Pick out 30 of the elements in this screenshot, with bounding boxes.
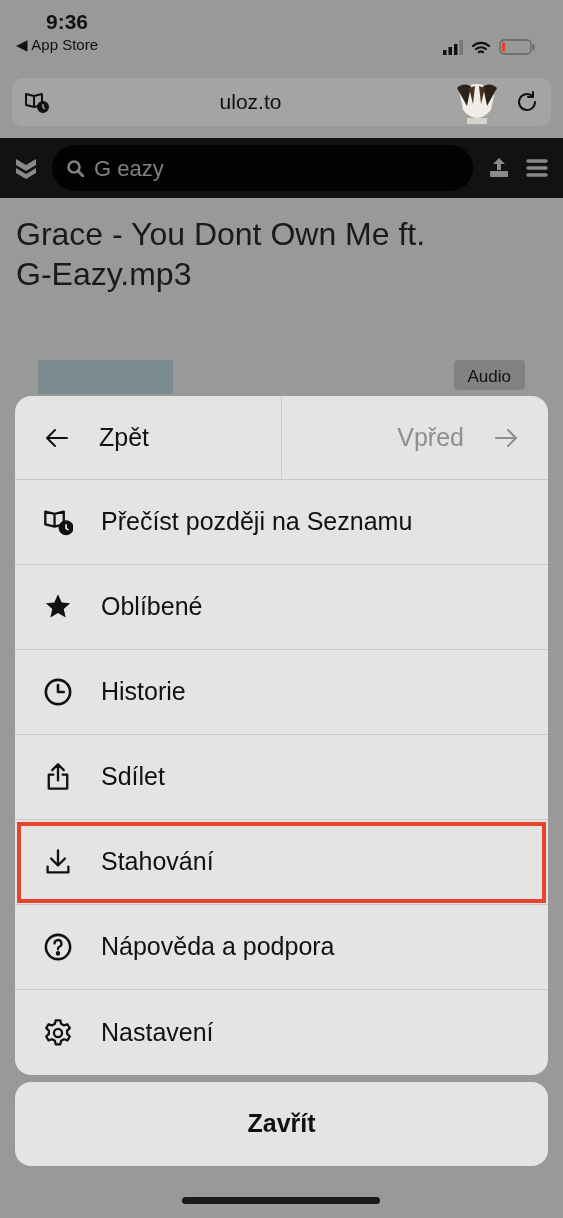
menu-item[interactable]: Stahování: [15, 820, 548, 905]
clock-icon: [43, 677, 73, 707]
menu-item[interactable]: Historie: [15, 650, 548, 735]
menu-item[interactable]: Sdílet: [15, 735, 548, 820]
back-button[interactable]: Zpět: [15, 396, 282, 479]
clock-time: 9:36: [45, 10, 90, 34]
reload-icon[interactable]: [515, 90, 539, 114]
file-title: Grace - You Dont Own Me ft. G-Eazy.mp3: [15, 215, 427, 294]
menu-item[interactable]: Nápověda a podpora: [15, 905, 548, 990]
menu-item[interactable]: Přečíst později na Seznamu: [15, 480, 548, 565]
reader-list-icon: [43, 507, 73, 537]
logo-chevrons-icon[interactable]: [14, 156, 38, 180]
help-icon: [43, 932, 73, 962]
battery-icon: [499, 39, 535, 55]
wifi-icon: [471, 39, 491, 55]
close-button[interactable]: Zavřít: [15, 1082, 548, 1166]
menu-icon[interactable]: [525, 156, 549, 180]
menu-item[interactable]: Nastavení: [15, 990, 548, 1075]
settings-icon: [43, 1017, 73, 1048]
search-field[interactable]: G eazy: [52, 145, 473, 191]
back-to-app-link[interactable]: ◀ App Store: [16, 34, 99, 57]
menu-item[interactable]: Oblíbené: [15, 565, 548, 650]
reader-list-icon[interactable]: [24, 90, 50, 114]
upload-icon[interactable]: [487, 156, 511, 180]
type-badge: Audio: [453, 360, 525, 390]
search-icon: [66, 159, 84, 177]
address-bar[interactable]: uloz.to: [12, 78, 551, 126]
signal-icon: [443, 39, 463, 55]
download-icon: [43, 847, 73, 877]
url-text: uloz.to: [218, 89, 283, 116]
